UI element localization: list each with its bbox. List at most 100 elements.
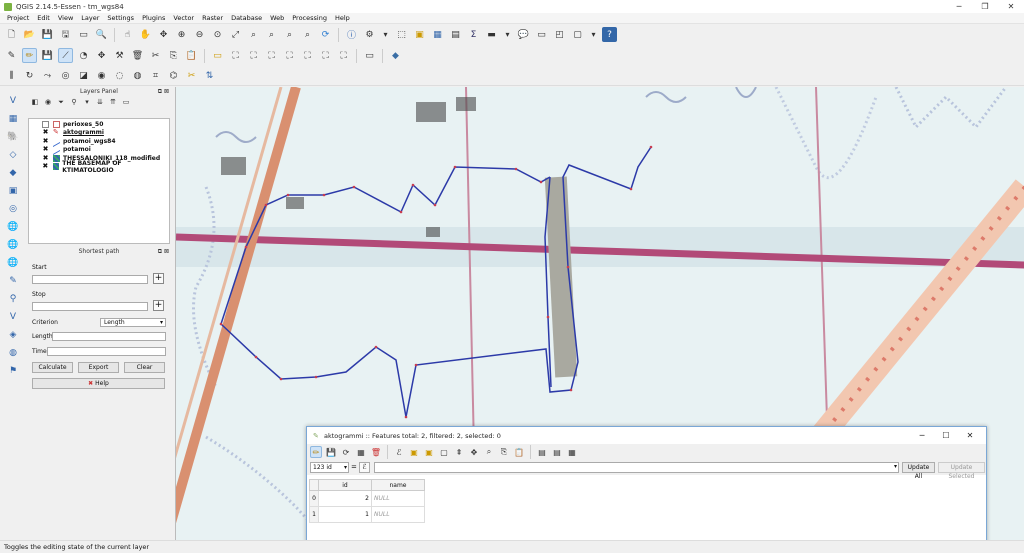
move-label-icon[interactable]: ⛶: [264, 48, 279, 63]
delete-ring-icon[interactable]: ◌: [112, 68, 127, 83]
close-icon[interactable]: ✕: [958, 427, 982, 444]
zoom-out-icon[interactable]: ⊖: [192, 27, 207, 42]
panel-float-close-icon[interactable]: ⧉ ⊠: [158, 247, 169, 256]
add-raster-layer-icon[interactable]: ▦: [5, 111, 21, 126]
layer-checkbox[interactable]: ✖: [42, 129, 49, 136]
new-gpx-icon[interactable]: ◍: [5, 345, 21, 360]
copy-features-icon[interactable]: ⎘: [166, 48, 181, 63]
row-number[interactable]: 1: [309, 506, 319, 523]
change-label-icon[interactable]: ⛶: [300, 48, 315, 63]
save-edits-icon[interactable]: 💾: [40, 48, 55, 63]
row-number[interactable]: 0: [309, 490, 319, 507]
minimize-icon[interactable]: ─: [910, 427, 934, 444]
zoom-selection-icon[interactable]: ⌕: [246, 27, 261, 42]
export-button[interactable]: Export: [78, 362, 119, 373]
add-oracle-icon[interactable]: ◎: [5, 201, 21, 216]
open-project-icon[interactable]: 📂: [22, 27, 37, 42]
collapse-all-icon[interactable]: ⇊: [95, 97, 105, 107]
style-manager-icon[interactable]: ◧: [30, 97, 40, 107]
close-icon[interactable]: ✕: [998, 0, 1024, 13]
save-project-icon[interactable]: 💾: [40, 27, 55, 42]
text-annotation-icon[interactable]: ▢: [570, 27, 585, 42]
reshape-icon[interactable]: ⌗: [148, 68, 163, 83]
rotate-label-icon[interactable]: ⛶: [282, 48, 297, 63]
row-header-corner[interactable]: [309, 479, 319, 491]
paste-features-icon[interactable]: 📋: [184, 48, 199, 63]
maximize-icon[interactable]: ❐: [972, 0, 998, 13]
layer-item[interactable]: perioxes_50: [29, 120, 169, 129]
zoom-last-icon[interactable]: ⌕: [282, 27, 297, 42]
move-selection-to-top-icon[interactable]: ⇞: [453, 446, 465, 458]
invert-selection-icon[interactable]: ▣: [423, 446, 435, 458]
chevron-down-icon[interactable]: ▾: [502, 29, 513, 41]
add-wms-icon[interactable]: 🌐: [5, 219, 21, 234]
toggle-editing-icon[interactable]: ✏: [310, 446, 322, 458]
field-selector[interactable]: 123 id ▾: [310, 462, 349, 473]
start-point-input[interactable]: [32, 275, 148, 284]
new-temp-layer-icon[interactable]: ⚑: [5, 363, 21, 378]
remove-layer-icon[interactable]: ▭: [121, 97, 131, 107]
save-as-icon[interactable]: 🖫: [58, 27, 73, 42]
chevron-down-icon[interactable]: ▾: [588, 29, 599, 41]
expand-all-icon[interactable]: ▾: [82, 97, 92, 107]
bookmark-icon[interactable]: ▭: [534, 27, 549, 42]
layer-item[interactable]: ✖ potamoi: [29, 144, 169, 156]
print-composer-icon[interactable]: ▭: [76, 27, 91, 42]
pan-to-selected-icon[interactable]: ✥: [468, 446, 480, 458]
add-part-icon[interactable]: ◪: [76, 68, 91, 83]
criterion-select[interactable]: Length ▾: [100, 318, 166, 327]
add-vector-layer-icon[interactable]: V: [5, 93, 21, 108]
cell-id[interactable]: 2: [318, 490, 372, 507]
paste-features-icon[interactable]: 📋: [513, 446, 525, 458]
update-all-button[interactable]: Update All: [902, 462, 935, 480]
delete-field-icon[interactable]: ▤: [536, 446, 548, 458]
deselect-all-icon[interactable]: ▢: [438, 446, 450, 458]
calculate-button[interactable]: Calculate: [32, 362, 73, 373]
zoom-next-icon[interactable]: ⌕: [300, 27, 315, 42]
select-all-icon[interactable]: ▣: [408, 446, 420, 458]
add-circular-string-icon[interactable]: ◔: [76, 48, 91, 63]
fill-ring-icon[interactable]: ◉: [94, 68, 109, 83]
field-calculator-icon[interactable]: ▦: [566, 446, 578, 458]
layer-checkbox[interactable]: ✖: [42, 154, 49, 162]
expression-builder-icon[interactable]: ℰ: [359, 462, 370, 473]
capture-start-point-button[interactable]: +: [153, 273, 164, 284]
add-mssql-icon[interactable]: ◆: [5, 165, 21, 180]
deselect-icon[interactable]: ▣: [412, 27, 427, 42]
save-edits-icon[interactable]: 💾: [325, 446, 337, 458]
menu-project[interactable]: Project: [3, 14, 33, 22]
layer-item[interactable]: ✖ ✎ aktogrammi: [29, 129, 169, 138]
select-features-icon[interactable]: ⬚: [394, 27, 409, 42]
menu-raster[interactable]: Raster: [198, 14, 227, 22]
toggle-editing-icon[interactable]: ✏: [22, 48, 37, 63]
menu-processing[interactable]: Processing: [288, 14, 331, 22]
map-tips-icon[interactable]: 💬: [516, 27, 531, 42]
panel-float-close-icon[interactable]: ⧉ ⊠: [158, 87, 169, 96]
layer-checkbox[interactable]: [42, 120, 49, 128]
add-postgis-layer-icon[interactable]: 🐘: [5, 129, 21, 144]
pan-to-selection-icon[interactable]: ✥: [156, 27, 171, 42]
add-virtual-layer-icon[interactable]: ⚲: [5, 291, 21, 306]
delete-part-icon[interactable]: ◍: [130, 68, 145, 83]
field-calculator-icon[interactable]: ▤: [448, 27, 463, 42]
expression-input[interactable]: ▾: [374, 462, 899, 473]
composer-manager-icon[interactable]: 🔍: [94, 27, 109, 42]
cell-name[interactable]: NULL: [371, 490, 425, 507]
offset-curve-icon[interactable]: ⌬: [166, 68, 181, 83]
add-delimited-text-icon[interactable]: ✎: [5, 273, 21, 288]
cell-id[interactable]: 1: [318, 506, 372, 523]
menu-web[interactable]: Web: [266, 14, 288, 22]
current-edits-icon[interactable]: ✎: [4, 48, 19, 63]
new-shapefile-icon[interactable]: V: [5, 309, 21, 324]
split-parts-icon[interactable]: ⇅: [202, 68, 217, 83]
new-project-icon[interactable]: 🗋: [4, 27, 19, 42]
identify-icon[interactable]: ⓘ: [344, 27, 359, 42]
reload-icon[interactable]: ⟳: [340, 446, 352, 458]
add-ring-icon[interactable]: ◎: [58, 68, 73, 83]
help-icon[interactable]: ?: [602, 27, 617, 42]
menu-vector[interactable]: Vector: [169, 14, 198, 22]
new-field-icon[interactable]: ▤: [551, 446, 563, 458]
measure-icon[interactable]: ▬: [484, 27, 499, 42]
delete-features-icon[interactable]: 🗑: [370, 446, 382, 458]
statistics-sum-icon[interactable]: Σ: [466, 27, 481, 42]
